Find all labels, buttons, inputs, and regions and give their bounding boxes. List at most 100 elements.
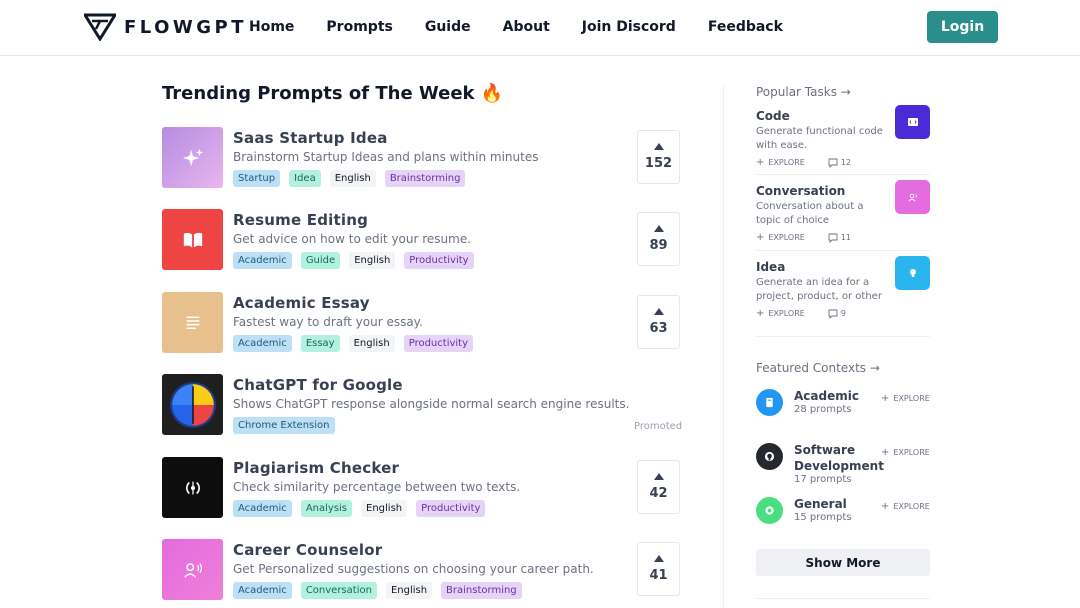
upvote-button[interactable]: 152 [637,130,680,184]
explore-link[interactable]: EXPLORE [768,309,804,318]
tag[interactable]: English [361,500,408,517]
vote-count: 89 [649,238,668,253]
nav-prompts[interactable]: Prompts [326,18,392,36]
plus-icon: + [756,232,765,243]
prompt-thumbnail [162,539,223,600]
compare-icon [185,481,200,494]
prompt-card-promoted[interactable]: ChatGPT for Google Shows ChatGPT respons… [162,374,682,436]
notebook-icon [766,397,773,408]
show-more-button[interactable]: Show More [756,549,930,576]
explore-link[interactable]: + EXPLORE [881,501,930,512]
context-item-academic[interactable]: Academic 28 prompts + EXPLORE [756,389,930,433]
task-card-conversation[interactable]: Conversation Conversation about a topic … [756,180,930,243]
prompt-card[interactable]: Academic Essay Fastest way to draft your… [162,292,682,354]
logo[interactable]: FLOWGPT [84,13,247,41]
prompt-card[interactable]: Resume Editing Get advice on how to edit… [162,209,682,271]
tag[interactable]: Analysis [300,500,353,517]
context-title: Academic [794,389,859,403]
upvote-button[interactable]: 42 [637,460,680,514]
prompt-title[interactable]: Resume Editing [233,211,368,229]
page-title: Trending Prompts of The Week 🔥 [162,83,504,104]
tag[interactable]: English [385,582,433,599]
explore-link[interactable]: EXPLORE [768,233,804,242]
comment-count: 11 [840,233,852,242]
context-count: 17 prompts [794,474,852,485]
nav-guide[interactable]: Guide [425,18,471,36]
divider [756,598,930,599]
github-icon [764,451,775,462]
tag[interactable]: Conversation [300,582,377,599]
tag[interactable]: Productivity [403,335,474,352]
prompt-title[interactable]: ChatGPT for Google [233,376,403,394]
tag[interactable]: Brainstorming [441,582,522,599]
tag[interactable]: Academic [233,335,292,352]
tag[interactable]: English [348,335,395,352]
prompt-title[interactable]: Saas Startup Idea [233,129,388,147]
tag[interactable]: Guide [300,252,341,269]
nav-about[interactable]: About [503,18,550,36]
task-card-idea[interactable]: Idea Generate an idea for a project, pro… [756,256,930,319]
divider [756,174,930,175]
tag-list: Academic Essay English Productivity [233,335,482,352]
tag[interactable]: Productivity [404,252,474,269]
prompt-description: Fastest way to draft your essay. [233,315,423,329]
tag[interactable]: English [349,252,396,269]
task-meta: + EXPLORE 12 [756,157,851,168]
tag[interactable]: Brainstorming [384,170,466,187]
comment-icon [828,233,838,243]
vote-count: 152 [644,156,673,171]
upvote-button[interactable]: 89 [637,212,680,266]
comments: 9 [828,309,846,319]
upvote-button[interactable]: 63 [637,295,680,349]
upvote-arrow-icon [653,473,664,480]
tag[interactable]: Academic [233,500,292,517]
tag-list: Academic Conversation English Brainstorm… [233,582,531,599]
tag[interactable]: English [329,170,376,187]
task-icon-box [895,256,930,290]
prompt-card[interactable]: Saas Startup Idea Brainstorm Startup Ide… [162,127,682,189]
tag[interactable]: Academic [233,582,292,599]
featured-contexts-link[interactable]: Featured Contexts → [756,361,880,375]
prompt-description: Get Personalized suggestions on choosing… [233,562,594,576]
context-count: 15 prompts [794,512,852,523]
prompt-description: Brainstorm Startup Ideas and plans withi… [233,150,539,164]
prompt-thumbnail [162,209,223,270]
task-card-code[interactable]: Code Generate functional code with ease.… [756,105,930,168]
prompt-card[interactable]: Career Counselor Get Personalized sugges… [162,539,682,601]
popular-tasks-link[interactable]: Popular Tasks → [756,85,851,99]
plus-icon: + [756,308,765,319]
divider [756,250,930,251]
tag[interactable]: Startup [233,170,281,187]
context-title: Software Development [794,443,884,473]
upvote-arrow-icon [653,143,664,150]
tag[interactable]: Chrome Extension [233,417,335,434]
explore-label: EXPLORE [893,502,930,511]
upvote-button[interactable]: 41 [637,542,680,596]
task-icon-box [895,180,930,214]
prompt-thumbnail [162,374,223,435]
tag[interactable]: Productivity [416,500,486,517]
tag[interactable]: Essay [300,335,340,352]
prompt-title[interactable]: Academic Essay [233,294,370,312]
nav-join-discord[interactable]: Join Discord [582,18,676,36]
divider [756,336,930,337]
login-button[interactable]: Login [927,11,998,43]
promoted-label: Promoted [634,421,683,432]
explore-link[interactable]: + EXPLORE [881,447,930,458]
task-description: Generate an idea for a project, product,… [756,277,882,302]
prompt-card[interactable]: Plagiarism Checker Check similarity perc… [162,457,682,519]
plus-icon: + [881,501,890,512]
tag[interactable]: Academic [233,252,292,269]
explore-link[interactable]: + EXPLORE [881,393,930,404]
nav-feedback[interactable]: Feedback [708,18,783,36]
prompt-title[interactable]: Plagiarism Checker [233,459,399,477]
brain-icon [169,381,216,428]
tag-list: Academic Guide English Productivity [233,252,483,269]
document-icon [186,316,199,329]
context-item-general[interactable]: General 15 prompts + EXPLORE [756,497,930,541]
tag[interactable]: Idea [289,170,321,187]
nav-home[interactable]: Home [249,18,294,36]
prompt-title[interactable]: Career Counselor [233,541,382,559]
context-item-software-development[interactable]: Software Development 17 prompts + EXPLORE [756,443,930,487]
explore-link[interactable]: EXPLORE [768,158,804,167]
